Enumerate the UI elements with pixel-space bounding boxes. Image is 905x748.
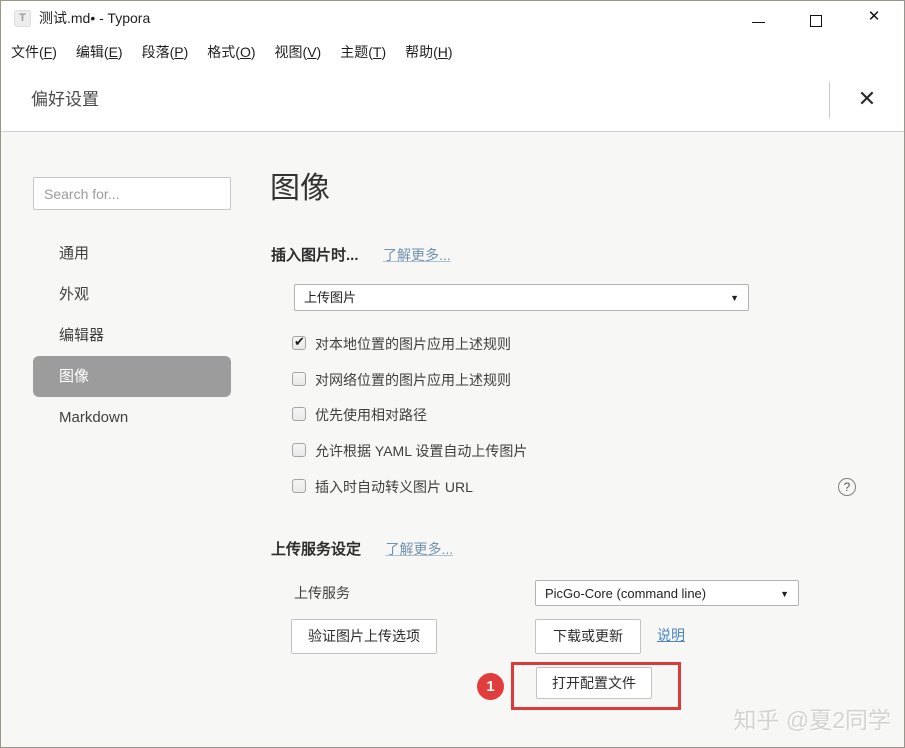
menu-paragraph[interactable]: 段落(P): [142, 42, 189, 62]
upload-service-select[interactable]: PicGo-Core (command line) ▼: [535, 580, 799, 606]
upload-service-section-header: 上传服务设定 了解更多...: [271, 538, 453, 558]
insert-action-select[interactable]: 上传图片 ▼: [294, 284, 749, 311]
typora-window: T 测试.md• - Typora ✕ 文件(F) 编辑(E) 段落(P) 格式…: [0, 0, 905, 748]
maximize-button[interactable]: [795, 1, 837, 35]
docs-link[interactable]: 说明: [657, 619, 685, 654]
watermark: 知乎 @夏2同学: [733, 707, 891, 733]
sidebar-item-image[interactable]: 图像: [33, 356, 231, 397]
sidebar-item-markdown[interactable]: Markdown: [33, 397, 231, 438]
checkbox-row-network-images[interactable]: ✔ 对网络位置的图片应用上述规则: [292, 372, 511, 388]
search-box: [33, 177, 231, 210]
menu-view[interactable]: 视图(V): [275, 42, 322, 62]
upload-learn-more-link[interactable]: 了解更多...: [385, 541, 453, 557]
menu-file[interactable]: 文件(F): [11, 42, 57, 62]
checkbox-checked-icon[interactable]: ✔: [292, 334, 306, 350]
close-preferences-button[interactable]: ✕: [844, 69, 890, 131]
title-bar: T 测试.md• - Typora ✕: [1, 1, 904, 35]
close-window-button[interactable]: ✕: [853, 1, 895, 35]
preferences-header: 偏好设置 ✕: [1, 69, 904, 132]
checkbox-label: 对网络位置的图片应用上述规则: [315, 372, 511, 388]
insert-image-label: 插入图片时...: [271, 247, 359, 264]
annotation-badge-1: 1: [477, 673, 504, 700]
chevron-down-icon: ▼: [780, 589, 789, 599]
insert-learn-more-link[interactable]: 了解更多...: [383, 247, 451, 263]
header-divider: [829, 82, 830, 118]
menu-format[interactable]: 格式(O): [207, 42, 255, 62]
checkbox-unchecked-icon[interactable]: ✔: [292, 372, 306, 386]
checkbox-row-local-images[interactable]: ✔ 对本地位置的图片应用上述规则: [292, 334, 511, 352]
upload-service-value: PicGo-Core (command line): [545, 586, 707, 601]
sidebar-item-appearance[interactable]: 外观: [33, 274, 231, 315]
insert-image-section-header: 插入图片时... 了解更多...: [271, 244, 451, 264]
checkbox-label: 对本地位置的图片应用上述规则: [315, 336, 511, 352]
page-title: 图像: [270, 172, 330, 205]
checkbox-unchecked-icon[interactable]: ✔: [292, 443, 306, 457]
window-title: 测试.md• - Typora: [39, 10, 151, 26]
maximize-icon: [810, 15, 822, 27]
checkbox-unchecked-icon[interactable]: ✔: [292, 407, 306, 421]
search-input[interactable]: [34, 178, 230, 209]
upload-service-label: 上传服务: [294, 585, 350, 601]
close-icon: ✕: [857, 86, 877, 111]
menu-theme[interactable]: 主题(T): [340, 42, 386, 62]
checkbox-unchecked-icon[interactable]: ✔: [292, 479, 306, 493]
checkbox-label: 允许根据 YAML 设置自动上传图片: [315, 443, 528, 459]
download-update-button[interactable]: 下载或更新: [535, 619, 641, 654]
insert-action-value: 上传图片: [304, 290, 357, 305]
checkbox-label: 优先使用相对路径: [315, 407, 427, 423]
checkbox-label: 插入时自动转义图片 URL: [315, 479, 473, 495]
checkbox-row-relative-path[interactable]: ✔ 优先使用相对路径: [292, 407, 427, 423]
validate-upload-button[interactable]: 验证图片上传选项: [291, 619, 437, 654]
upload-service-title: 上传服务设定: [271, 541, 362, 558]
checkbox-row-yaml-upload[interactable]: ✔ 允许根据 YAML 设置自动上传图片: [292, 443, 527, 459]
minimize-button[interactable]: [737, 1, 779, 35]
minimize-icon: [752, 22, 765, 23]
open-config-file-button[interactable]: 打开配置文件: [536, 667, 652, 699]
menu-bar: 文件(F) 编辑(E) 段落(P) 格式(O) 视图(V) 主题(T) 帮助(H…: [1, 35, 904, 69]
chevron-down-icon: ▼: [730, 293, 739, 303]
typora-app-icon: T: [14, 10, 31, 27]
preferences-content: 通用 外观 编辑器 图像 Markdown 图像 插入图片时... 了解更多..…: [1, 132, 904, 747]
sidebar-item-editor[interactable]: 编辑器: [33, 315, 231, 356]
checkbox-row-escape-url[interactable]: ✔ 插入时自动转义图片 URL: [292, 479, 473, 495]
menu-help[interactable]: 帮助(H): [405, 42, 452, 62]
menu-edit[interactable]: 编辑(E): [76, 42, 123, 62]
close-icon: ✕: [867, 8, 881, 25]
help-icon[interactable]: ?: [838, 478, 856, 496]
preferences-title: 偏好设置: [31, 90, 99, 109]
sidebar-item-general[interactable]: 通用: [33, 233, 231, 274]
